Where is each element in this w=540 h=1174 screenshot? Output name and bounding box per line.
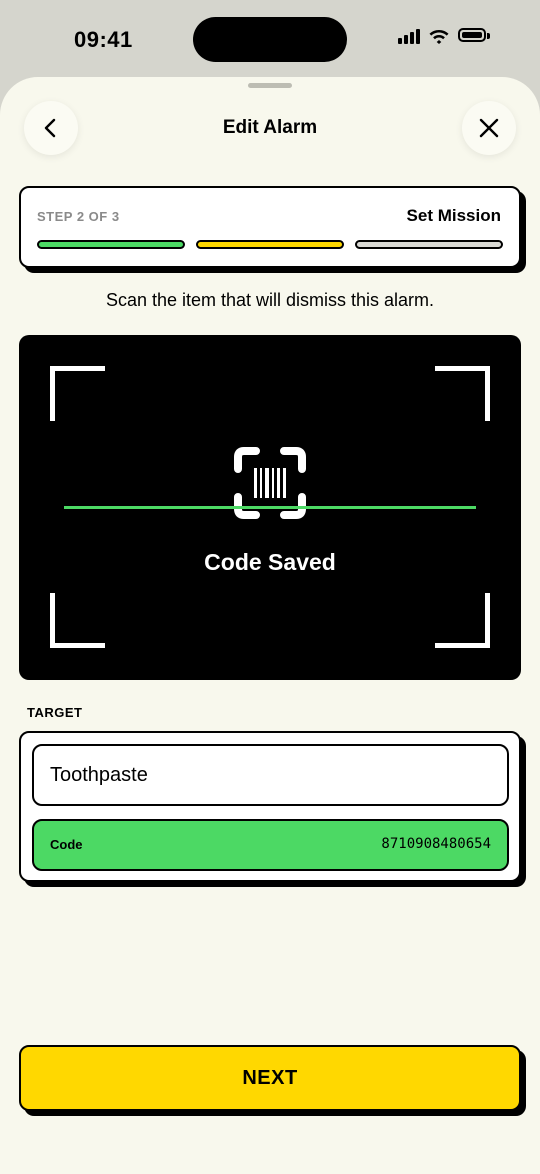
step-progress-card: STEP 2 OF 3 Set Mission	[19, 186, 521, 268]
saved-code-row: Code 8710908480654	[32, 819, 509, 871]
progress-segment-2	[196, 240, 344, 249]
barcode-scanner-view[interactable]: Code Saved	[19, 335, 521, 680]
step-counter: STEP 2 OF 3	[37, 209, 120, 224]
scan-frame-corner-top-left	[50, 366, 105, 421]
page-title: Edit Alarm	[222, 117, 318, 138]
target-section-label: TARGET	[27, 705, 83, 720]
progress-segment-3	[355, 240, 503, 249]
sheet-grabber[interactable]	[248, 83, 292, 88]
scan-frame-corner-bottom-left	[50, 593, 105, 648]
code-value: 8710908480654	[381, 836, 491, 852]
target-card: Code 8710908480654	[19, 731, 521, 882]
close-icon	[479, 118, 499, 138]
battery-icon	[458, 27, 492, 44]
status-icons	[398, 27, 492, 44]
edit-alarm-sheet: Edit Alarm STEP 2 OF 3 Set Mission Scan …	[0, 77, 540, 1174]
scan-line	[64, 506, 476, 509]
close-button[interactable]	[462, 101, 516, 155]
scan-status-text: Code Saved	[204, 549, 336, 575]
next-button[interactable]: NEXT	[19, 1045, 521, 1111]
scan-frame-corner-bottom-right	[435, 593, 490, 648]
barcode-scan-icon	[234, 447, 306, 519]
instruction-text: Scan the item that will dismiss this ala…	[105, 290, 435, 310]
target-name-input[interactable]	[32, 744, 509, 806]
dynamic-island	[193, 17, 347, 62]
step-name: Set Mission	[406, 206, 501, 225]
wifi-icon	[429, 30, 449, 44]
code-label: Code	[50, 837, 83, 852]
status-bar: 09:41	[0, 0, 540, 78]
scan-frame-corner-top-right	[435, 366, 490, 421]
status-time: 09:41	[74, 27, 133, 52]
cellular-signal-icon	[398, 28, 420, 44]
progress-segment-1	[37, 240, 185, 249]
